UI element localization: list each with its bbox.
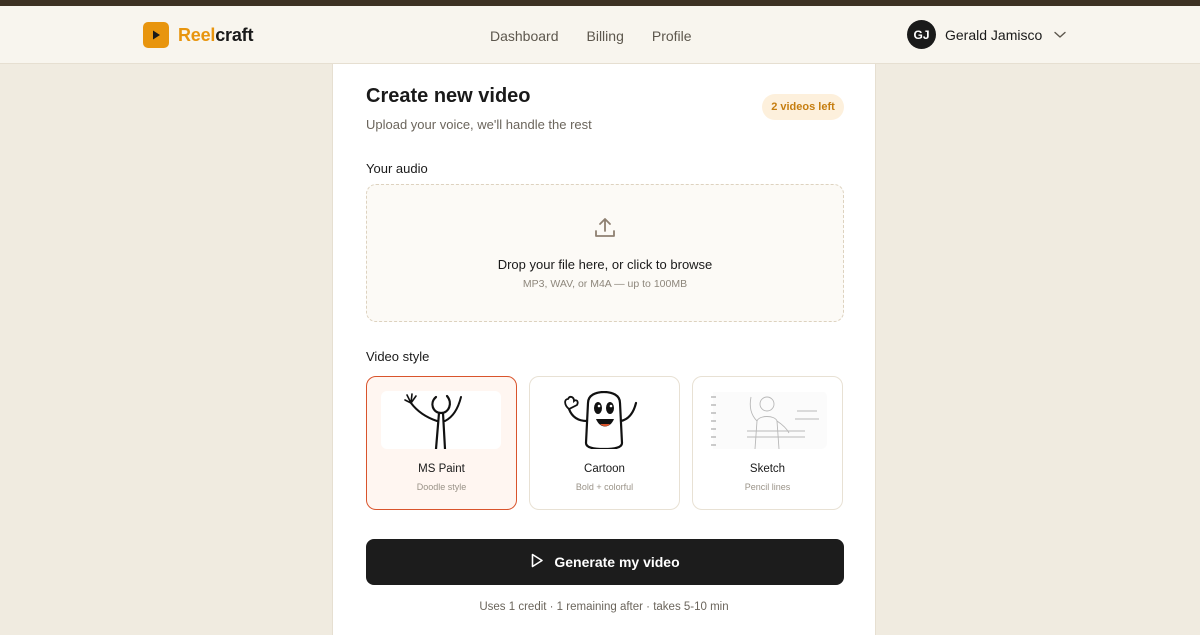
- page-title: Create new video: [366, 85, 531, 107]
- generate-video-button[interactable]: Generate my video: [366, 539, 844, 585]
- user-name: Gerald Jamisco: [945, 26, 1043, 43]
- avatar: GJ: [907, 20, 936, 49]
- upload-icon: [593, 216, 617, 245]
- ms-paint-thumbnail: [381, 391, 501, 449]
- brand-name-rest: craft: [215, 24, 254, 45]
- brand-name: Reelcraft: [178, 25, 253, 46]
- play-icon: [530, 553, 544, 571]
- dropzone-hint: MP3, WAV, or M4A — up to 100MB: [522, 278, 688, 290]
- credits-badge: 2 videos left: [762, 94, 844, 120]
- create-video-card: Create new video Upload your voice, we'l…: [332, 64, 876, 635]
- brand-logo[interactable]: Reelcraft: [143, 22, 253, 48]
- style-option-sketch[interactable]: Sketch Pencil lines: [692, 376, 843, 510]
- style-name: Sketch: [749, 463, 786, 475]
- play-logo-icon: [143, 22, 169, 48]
- style-option-cartoon[interactable]: Cartoon Bold + colorful: [529, 376, 680, 510]
- user-menu[interactable]: GJ Gerald Jamisco: [907, 20, 1066, 49]
- style-description: Pencil lines: [744, 482, 791, 492]
- cartoon-thumbnail: [544, 391, 664, 449]
- nav-profile[interactable]: Profile: [652, 26, 692, 46]
- style-description: Doodle style: [416, 482, 467, 492]
- nav-dashboard[interactable]: Dashboard: [490, 26, 559, 46]
- main-nav: Dashboard Billing Profile: [490, 26, 692, 46]
- nav-billing[interactable]: Billing: [587, 26, 624, 46]
- sketch-thumbnail: [707, 391, 827, 449]
- chevron-down-icon: [1054, 31, 1066, 39]
- style-name: MS Paint: [418, 463, 465, 475]
- style-option-ms-paint[interactable]: MS Paint Doodle style: [366, 376, 517, 510]
- dropzone-title: Drop your file here, or click to browse: [497, 257, 713, 272]
- style-description: Bold + colorful: [575, 482, 634, 492]
- style-name: Cartoon: [584, 463, 625, 475]
- app-header: Reelcraft Dashboard Billing Profile GJ G…: [0, 6, 1200, 64]
- credit-footnote: Uses 1 credit · 1 remaining after · take…: [479, 601, 729, 613]
- audio-label: Your audio: [366, 161, 428, 176]
- generate-button-label: Generate my video: [554, 554, 680, 570]
- brand-name-accent: Reel: [178, 24, 216, 45]
- video-style-label: Video style: [366, 349, 430, 364]
- page-subtitle: Upload your voice, we'll handle the rest: [366, 117, 592, 132]
- audio-dropzone[interactable]: Drop your file here, or click to browse …: [366, 184, 844, 322]
